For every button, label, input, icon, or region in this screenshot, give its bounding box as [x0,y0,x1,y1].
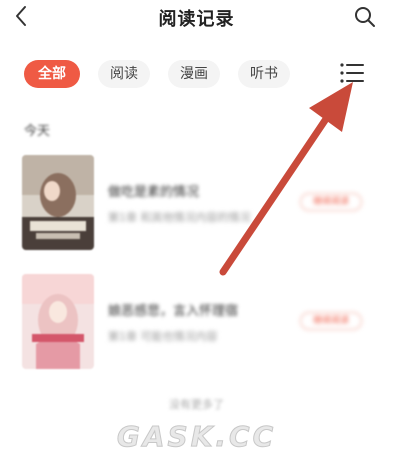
book-progress: 第1章 和其他情况内容的情况 [108,211,251,224]
tab-all[interactable]: 全部 [24,60,80,88]
filter-tabs: 全部 阅读 漫画 听书 [24,60,374,88]
search-icon[interactable] [353,5,377,29]
book-title: 娘恶感悲，言入怀理宿 [108,304,239,319]
tab-reading[interactable]: 阅读 [98,60,150,88]
top-bar: 阅读记录 [0,0,393,36]
list-menu-icon[interactable] [339,60,365,86]
tab-audiobook[interactable]: 听书 [238,60,290,88]
continue-reading-button[interactable]: 继续阅读 [300,312,362,330]
end-of-list-hint: 没有更多了 [169,398,224,411]
list-item[interactable]: 娘恶感悲，言入怀理宿 第1章 可能也情况内容 继续阅读 [22,274,372,369]
page-title: 阅读记录 [158,9,235,30]
book-title: 做吃是素的情况 [108,185,200,200]
list-item[interactable]: 做吃是素的情况 第1章 和其他情况内容的情况 继续阅读 [22,155,372,250]
book-cover [22,274,94,369]
section-header-today: 今天 [24,124,51,139]
tab-comics[interactable]: 漫画 [168,60,220,88]
continue-reading-button[interactable]: 继续阅读 [300,193,362,211]
book-cover [22,155,94,250]
book-progress: 第1章 可能也情况内容 [108,330,218,343]
watermark: GASK.CC [116,420,277,454]
